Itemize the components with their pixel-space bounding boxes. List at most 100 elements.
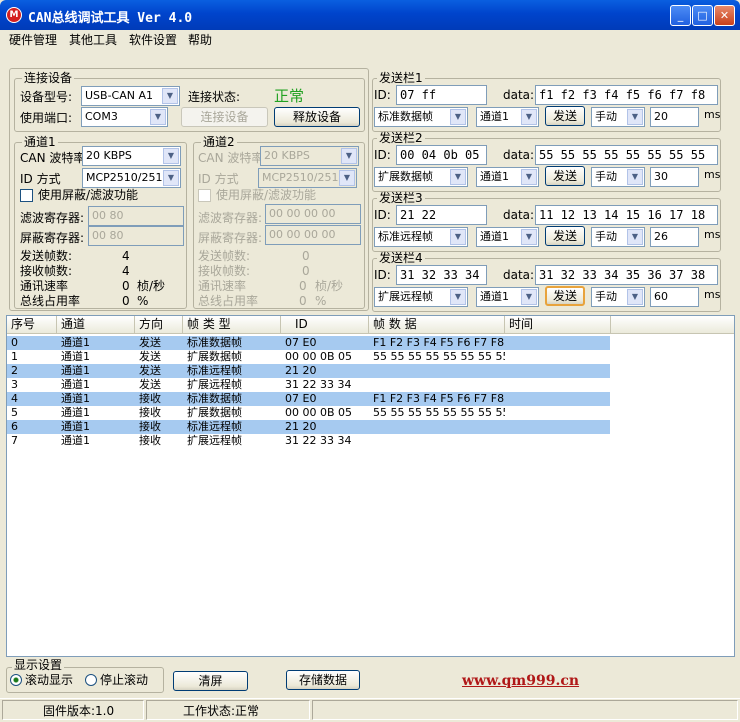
send-bar-2-send-button[interactable]: 发送 xyxy=(545,166,585,186)
cell-id: 00 00 0B 05 xyxy=(285,406,353,419)
send-bar-3-data-input[interactable]: 11 12 13 14 15 16 17 18 xyxy=(535,205,718,225)
cell-channel: 通道1 xyxy=(61,350,90,363)
send-bar-2-frame-type-select[interactable]: 扩展数据帧 ▼ xyxy=(374,167,468,187)
send-bar-4-channel-select[interactable]: 通道1 ▼ xyxy=(476,287,539,307)
send-bar-1-interval-unit: ms xyxy=(704,108,721,121)
chevron-down-icon: ▼ xyxy=(627,289,643,305)
send-bar-2-id-input[interactable]: 00 04 0b 05 xyxy=(396,145,487,165)
channel1-usage-unit: % xyxy=(137,294,149,308)
send-bar-1-mode-select[interactable]: 手动 ▼ xyxy=(591,107,645,127)
send-bar-1-frame-type-select[interactable]: 标准数据帧 ▼ xyxy=(374,107,468,127)
clear-screen-button[interactable]: 清屏 xyxy=(173,671,248,691)
table-row[interactable]: 1 通道1 发送 扩展数据帧 00 00 0B 05 55 55 55 55 55 55 … xyxy=(7,350,610,364)
send-bar-1-data-input[interactable]: f1 f2 f3 f4 f5 f6 f7 f8 xyxy=(535,85,718,105)
menu-tools[interactable]: 其他工具 xyxy=(69,31,117,49)
channel1-filter-checkbox[interactable] xyxy=(20,189,33,202)
send-bar-3-frame-type-select[interactable]: 标准远程帧 ▼ xyxy=(374,227,468,247)
send-bar-4-frame-type-select[interactable]: 扩展远程帧 ▼ xyxy=(374,287,468,307)
channel2-rate-value: 0 xyxy=(299,279,307,293)
cell-time xyxy=(505,434,611,448)
send-bar-4-mode-select[interactable]: 手动 ▼ xyxy=(591,287,645,307)
close-button[interactable]: ✕ xyxy=(714,5,735,26)
channel2-baud-select[interactable]: 20 KBPS ▼ xyxy=(260,146,359,166)
send-bar-4-send-button[interactable]: 发送 xyxy=(545,286,585,306)
channel2-baud-label: CAN 波特率 xyxy=(198,151,264,165)
release-device-button[interactable]: 释放设备 xyxy=(274,107,360,127)
minimize-button[interactable]: _ xyxy=(670,5,691,26)
table-row[interactable]: 3 通道1 发送 扩展远程帧 31 22 33 34 xyxy=(7,378,610,392)
send-bar-1-interval-input[interactable]: 20 xyxy=(650,107,699,127)
table-row[interactable]: 6 通道1 接收 标准远程帧 21 20 xyxy=(7,420,610,434)
channel2-rate-label: 通讯速率 xyxy=(198,279,247,293)
send-bar-2-interval-input[interactable]: 30 xyxy=(650,167,699,187)
column-header-channel[interactable]: 通道 xyxy=(57,316,135,334)
channel1-baud-label: CAN 波特率 xyxy=(20,151,86,165)
send-bar-2-interval-unit: ms xyxy=(704,168,721,181)
cell-direction: 接收 xyxy=(139,392,161,405)
send-bar-3-send-button[interactable]: 发送 xyxy=(545,226,585,246)
maximize-button[interactable]: □ xyxy=(692,5,713,26)
column-header-filler xyxy=(611,316,734,334)
table-row[interactable]: 4 通道1 接收 标准数据帧 07 E0 F1 F2 F3 F4 F5 F6 F7 F8 xyxy=(7,392,610,406)
channel1-id-mode-select[interactable]: MCP2510/2515 ▼ xyxy=(82,168,181,188)
send-bar-3-channel-select[interactable]: 通道1 ▼ xyxy=(476,227,539,247)
port-select[interactable]: COM3 ▼ xyxy=(81,107,168,127)
work-status: 工作状态:正常 xyxy=(146,700,310,720)
website-link[interactable]: www.qm999.cn xyxy=(462,673,579,689)
connect-device-button[interactable]: 连接设备 xyxy=(181,107,268,127)
scroll-display-label: 滚动显示 xyxy=(25,673,74,687)
column-header-data[interactable]: 帧 数 据 xyxy=(369,316,505,334)
send-bar-1-title: 发送栏1 xyxy=(377,71,425,85)
send-bar-4-data-input[interactable]: 31 32 33 34 35 36 37 38 xyxy=(535,265,718,285)
table-row[interactable]: 0 通道1 发送 标准数据帧 07 E0 F1 F2 F3 F4 F5 F6 F7 F8 xyxy=(7,336,610,350)
column-header-index[interactable]: 序号 xyxy=(7,316,57,334)
channel1-baud-select[interactable]: 20 KBPS ▼ xyxy=(82,146,181,166)
table-row[interactable]: 2 通道1 发送 标准远程帧 21 20 xyxy=(7,364,610,378)
channel1-recv-value: 4 xyxy=(122,264,130,278)
stop-scroll-radio[interactable] xyxy=(85,674,97,686)
send-bar-2-data-input[interactable]: 55 55 55 55 55 55 55 55 xyxy=(535,145,718,165)
send-bar-1-channel-select[interactable]: 通道1 ▼ xyxy=(476,107,539,127)
cell-index: 4 xyxy=(11,392,18,405)
channel1-filter-reg-input[interactable]: 00 80 xyxy=(88,206,184,226)
cell-channel: 通道1 xyxy=(61,378,90,391)
column-header-id[interactable]: ID xyxy=(281,316,369,334)
chevron-down-icon: ▼ xyxy=(450,169,466,185)
menu-settings[interactable]: 软件设置 xyxy=(129,31,177,49)
send-bar-3-mode-select[interactable]: 手动 ▼ xyxy=(591,227,645,247)
send-bar-3-id-input[interactable]: 21 22 xyxy=(396,205,487,225)
window-title: CAN总线调试工具 Ver 4.0 xyxy=(28,11,193,26)
send-bar-3-interval-input[interactable]: 26 xyxy=(650,227,699,247)
cell-frame-type: 标准数据帧 xyxy=(187,336,242,349)
channel2-id-mode-select[interactable]: MCP2510/2515 ▼ xyxy=(258,168,357,188)
channel1-recv-label: 接收帧数: xyxy=(20,264,73,278)
send-bar-4-interval-input[interactable]: 60 xyxy=(650,287,699,307)
chevron-down-icon: ▼ xyxy=(162,88,178,104)
table-row[interactable]: 5 通道1 接收 扩展数据帧 00 00 0B 05 55 55 55 55 55 55 … xyxy=(7,406,610,420)
cell-data: F1 F2 F3 F4 F5 F6 F7 F8 xyxy=(373,392,505,405)
cell-direction: 发送 xyxy=(139,364,161,377)
send-bar-2-channel-select[interactable]: 通道1 ▼ xyxy=(476,167,539,187)
device-type-select[interactable]: USB-CAN A1 ▼ xyxy=(81,86,180,106)
cell-id: 21 20 xyxy=(285,364,317,377)
cell-index: 0 xyxy=(11,336,18,349)
send-bar-1-send-button[interactable]: 发送 xyxy=(545,106,585,126)
scroll-display-radio[interactable] xyxy=(10,674,22,686)
table-row[interactable]: 7 通道1 接收 扩展远程帧 31 22 33 34 xyxy=(7,434,610,448)
column-header-direction[interactable]: 方向 xyxy=(135,316,183,334)
save-data-button[interactable]: 存储数据 xyxy=(286,670,360,690)
channel2-filter-reg-input[interactable]: 00 00 00 00 xyxy=(265,204,361,224)
channel1-mask-reg-input[interactable]: 00 80 xyxy=(88,226,184,246)
frame-list[interactable]: 序号 通道 方向 帧 类 型 ID 帧 数 据 时间 0 通道1 发送 标准数据帧 07… xyxy=(6,315,735,657)
channel2-mask-reg-input[interactable]: 00 00 00 00 xyxy=(265,225,361,245)
column-header-frame-type[interactable]: 帧 类 型 xyxy=(183,316,281,334)
menu-help[interactable]: 帮助 xyxy=(188,31,212,49)
send-bar-4-id-input[interactable]: 31 32 33 34 xyxy=(396,265,487,285)
send-bar-1-id-input[interactable]: 07 ff xyxy=(396,85,487,105)
chevron-down-icon: ▼ xyxy=(627,229,643,245)
send-bar-2-mode-select[interactable]: 手动 ▼ xyxy=(591,167,645,187)
connect-group-title: 连接设备 xyxy=(22,71,75,85)
column-header-time[interactable]: 时间 xyxy=(505,316,611,334)
menu-hardware[interactable]: 硬件管理 xyxy=(9,31,57,49)
channel2-filter-checkbox[interactable] xyxy=(198,189,211,202)
